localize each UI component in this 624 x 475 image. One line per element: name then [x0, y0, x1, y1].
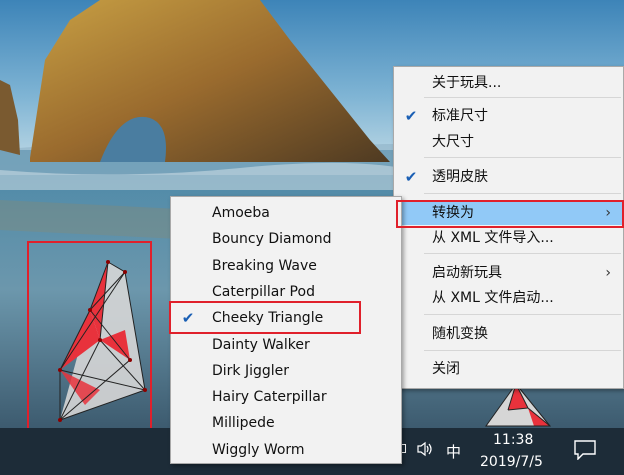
check-icon: ✔ — [404, 168, 418, 186]
menu-item-label: 从 XML 文件导入... — [432, 230, 554, 246]
submenu-item-hairy-caterpillar[interactable]: Hairy Caterpillar — [171, 385, 401, 409]
submenu-item-label: Wiggly Worm — [212, 441, 305, 458]
submenu-item-wiggly-worm[interactable]: Wiggly Worm — [171, 438, 401, 462]
menu-item-standard-size[interactable]: ✔ 标准尺寸 — [394, 104, 623, 128]
menu-separator — [424, 193, 621, 194]
menu-item-label: 关闭 — [432, 361, 460, 377]
menu-item-label: 标准尺寸 — [432, 108, 488, 124]
convert-item-highlight-box — [396, 200, 624, 228]
submenu-item-bouncy-diamond[interactable]: Bouncy Diamond — [171, 227, 401, 251]
submenu-item-dainty-walker[interactable]: Dainty Walker — [171, 333, 401, 357]
submenu-item-dirk-jiggler[interactable]: Dirk Jiggler — [171, 359, 401, 383]
menu-separator — [424, 97, 621, 98]
submenu-item-label: Breaking Wave — [212, 257, 317, 274]
menu-item-label: 启动新玩具 — [432, 265, 502, 281]
menu-item-label: 大尺寸 — [432, 134, 474, 150]
menu-item-import-from-xml[interactable]: 从 XML 文件导入... — [394, 226, 623, 250]
chevron-right-icon: › — [605, 265, 611, 281]
submenu-item-label: Dirk Jiggler — [212, 362, 290, 379]
menu-separator — [424, 350, 621, 351]
toy-highlight-box — [27, 241, 152, 440]
menu-item-transparent-skin[interactable]: ✔ 透明皮肤 — [394, 165, 623, 189]
clock-time[interactable]: 11:38 — [493, 432, 533, 448]
menu-item-about-toy[interactable]: 关于玩具... — [394, 71, 623, 95]
submenu-item-millipede[interactable]: Millipede — [171, 411, 401, 435]
clock-date[interactable]: 2019/7/5 — [480, 454, 543, 470]
submenu-item-label: Amoeba — [212, 205, 270, 221]
submenu-item-label: Hairy Caterpillar — [212, 389, 327, 406]
menu-separator — [424, 157, 621, 158]
submenu-item-label: Millipede — [212, 415, 275, 432]
menu-item-large-size[interactable]: 大尺寸 — [394, 130, 623, 154]
submenu-item-label: Bouncy Diamond — [212, 231, 332, 248]
menu-item-label: 随机变换 — [432, 326, 488, 342]
menu-separator — [424, 253, 621, 254]
menu-item-close[interactable]: 关闭 — [394, 357, 623, 381]
menu-item-label: 透明皮肤 — [432, 169, 488, 185]
menu-separator — [424, 314, 621, 315]
submenu-item-label: Dainty Walker — [212, 336, 310, 353]
submenu-item-amoeba[interactable]: Amoeba — [171, 201, 401, 225]
cheeky-triangle-highlight-box — [169, 301, 361, 334]
menu-item-launch-new-toy[interactable]: 启动新玩具 › — [394, 261, 623, 285]
ime-indicator[interactable]: 中 — [446, 441, 461, 462]
menu-item-label: 关于玩具... — [432, 75, 502, 91]
menu-item-label: 从 XML 文件启动... — [432, 290, 554, 306]
menu-item-random-transform[interactable]: 随机变换 — [394, 322, 623, 346]
check-icon: ✔ — [404, 107, 418, 125]
volume-icon[interactable] — [416, 441, 434, 457]
notification-icon[interactable] — [574, 440, 596, 460]
submenu-item-breaking-wave[interactable]: Breaking Wave — [171, 254, 401, 278]
menu-item-launch-from-xml[interactable]: 从 XML 文件启动... — [394, 286, 623, 310]
